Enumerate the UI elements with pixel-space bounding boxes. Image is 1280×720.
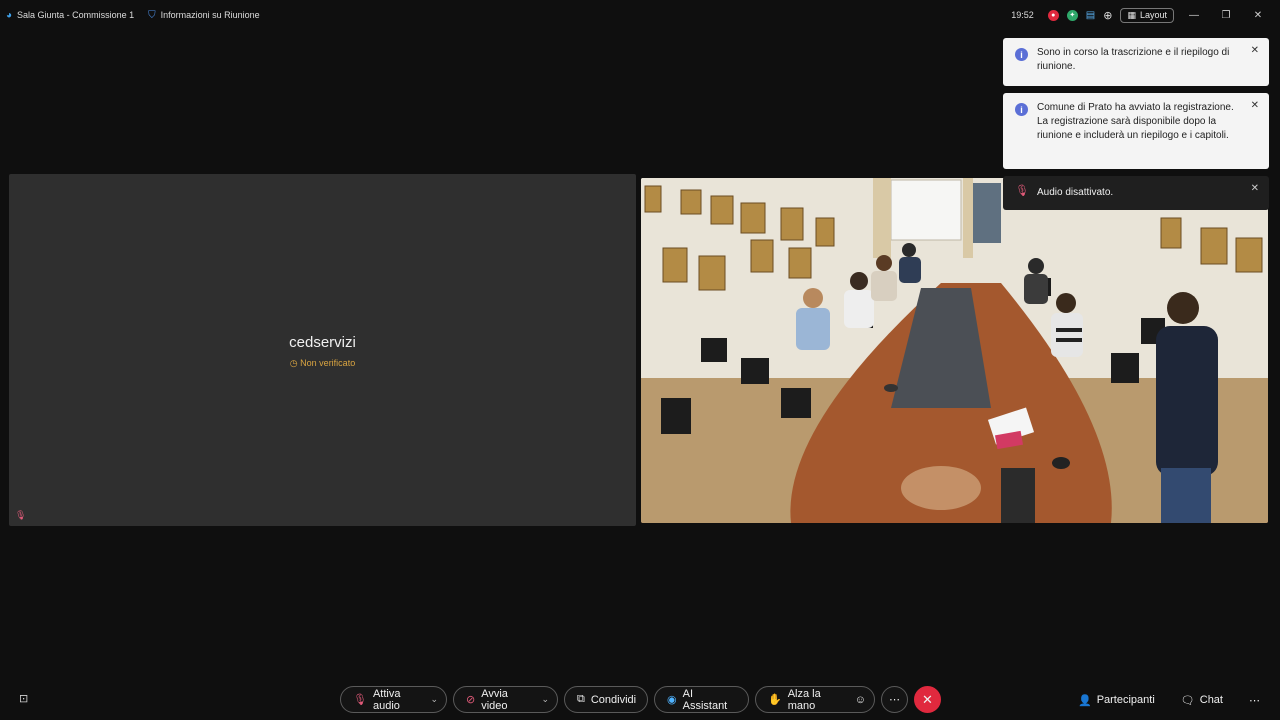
- reactions-icon[interactable]: ☺: [855, 694, 866, 706]
- more-icon: ⋯: [1249, 694, 1260, 707]
- meeting-controls-bar: ⊡ 🎙 Attiva audio ⌄ ⊘ Avvia video ⌄ ⧉ Con…: [0, 686, 1280, 714]
- layout-grid-icon: ▦: [1127, 9, 1136, 20]
- info-icon: i: [1015, 103, 1028, 116]
- audio-muted-notification: 🎙 Audio disattivato. ✕: [1003, 176, 1269, 210]
- share-button[interactable]: ⧉ Condividi: [564, 686, 648, 713]
- start-video-button[interactable]: ⊘ Avvia video ⌄: [453, 686, 558, 713]
- restore-icon[interactable]: ❐: [1214, 10, 1238, 21]
- recording-notification: i Comune di Prato ha avviato la registra…: [1003, 93, 1269, 169]
- minimize-icon[interactable]: —: [1182, 10, 1206, 21]
- close-icon[interactable]: ✕: [1251, 182, 1259, 196]
- transcription-notification: i Sono in corso la trascrizione e il rie…: [1003, 38, 1269, 86]
- hand-icon: ✋: [768, 694, 782, 706]
- meeting-window: ◕ Sala Giunta - Commissione 1 ⛉ Informaz…: [0, 0, 1280, 720]
- chat-bubble-icon: 🗨: [1180, 694, 1195, 707]
- more-icon: ⋯: [889, 694, 900, 706]
- ai-assistant-button[interactable]: ◉ AI Assistant: [654, 686, 749, 713]
- meeting-info-button[interactable]: ⛉ Informazioni su Riunione: [148, 10, 260, 21]
- chevron-down-icon[interactable]: ⌄: [430, 694, 438, 705]
- raise-hand-button[interactable]: ✋ Alza la mano ☺: [755, 686, 875, 713]
- video-off-icon: ⊘: [466, 694, 476, 706]
- unmute-audio-button[interactable]: 🎙 Attiva audio ⌄: [340, 686, 447, 713]
- participant-tile-cedservizi[interactable]: cedservizi ◷ Non verificato 🎙: [9, 174, 636, 526]
- leave-meeting-button[interactable]: ✕: [914, 686, 941, 713]
- participant-name: cedservizi: [289, 334, 356, 351]
- mic-muted-icon: 🎙: [1015, 185, 1029, 197]
- shield-icon: ⛉: [148, 9, 156, 21]
- notes-icon[interactable]: ▤: [1086, 10, 1095, 21]
- chevron-down-icon[interactable]: ⌄: [541, 694, 549, 705]
- title-bar: ◕ Sala Giunta - Commissione 1 ⛉ Informaz…: [0, 0, 1280, 30]
- ai-summary-icon[interactable]: ✦: [1066, 9, 1078, 21]
- clock-time: 19:52: [1011, 10, 1034, 20]
- close-window-icon[interactable]: ✕: [1246, 10, 1270, 21]
- close-icon[interactable]: ✕: [1251, 44, 1259, 58]
- unverified-badge: ◷ Non verificato: [289, 358, 356, 368]
- recording-icon[interactable]: ●: [1047, 9, 1059, 21]
- more-options-button[interactable]: ⋯: [881, 686, 908, 713]
- webex-logo-icon: ◕: [6, 9, 13, 21]
- mic-muted-icon: 🎙: [353, 694, 367, 706]
- layout-button[interactable]: ▦ Layout: [1120, 7, 1174, 23]
- share-screen-icon: ⧉: [577, 693, 585, 705]
- captions-icon[interactable]: ⊡: [19, 692, 28, 705]
- chat-button[interactable]: 🗨 Chat: [1181, 694, 1223, 707]
- clock-warning-icon: ◷: [289, 358, 298, 368]
- mic-muted-icon: 🎙: [15, 510, 27, 520]
- close-icon: ✕: [922, 691, 933, 707]
- ai-assistant-icon: ◉: [667, 694, 677, 706]
- participants-button[interactable]: 👤 Partecipanti: [1078, 694, 1155, 707]
- info-icon: i: [1015, 48, 1028, 61]
- participant-video-tile[interactable]: [641, 178, 1268, 523]
- more-panel-button[interactable]: ⋯: [1249, 694, 1260, 707]
- close-icon[interactable]: ✕: [1251, 99, 1259, 113]
- meeting-room-video: [641, 178, 1268, 523]
- zoom-icon[interactable]: ⊕: [1103, 9, 1112, 22]
- app-title: ◕ Sala Giunta - Commissione 1: [6, 9, 135, 21]
- people-icon: 👤: [1077, 694, 1092, 707]
